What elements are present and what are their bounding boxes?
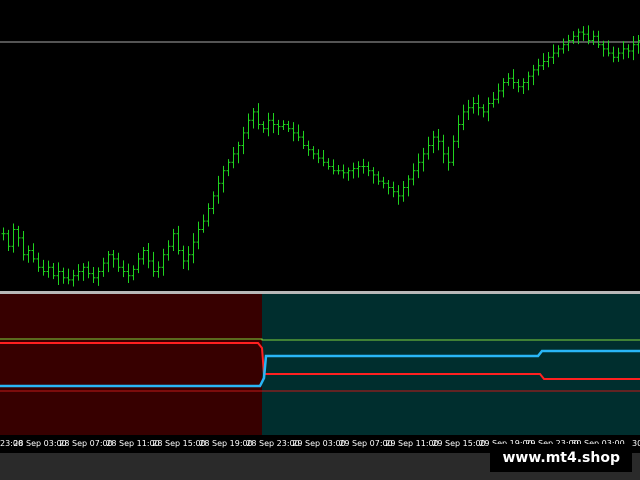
indicator-left-zone xyxy=(0,294,262,435)
time-label: 28 Sep 15:00 xyxy=(152,439,206,448)
indicator-svg xyxy=(0,294,640,435)
price-chart-svg xyxy=(0,25,640,287)
time-label: 29 Sep 15:00 xyxy=(432,439,486,448)
price-pane[interactable] xyxy=(0,0,640,291)
time-label-last: 30 xyxy=(632,439,640,448)
watermark[interactable]: www.mt4.shop xyxy=(490,444,632,472)
time-label: 29 Sep 11:00 xyxy=(385,439,439,448)
time-label: 28 Sep 19:00 xyxy=(199,439,253,448)
indicator-pane[interactable] xyxy=(0,294,640,435)
time-label: 28 Sep 07:00 xyxy=(59,439,113,448)
chart-window[interactable]: 23:00 28 Sep 03:00 28 Sep 07:00 28 Sep 1… xyxy=(0,0,640,480)
indicator-right-zone xyxy=(262,294,640,435)
price-bars xyxy=(1,25,640,287)
time-label: 29 Sep 03:00 xyxy=(292,439,346,448)
